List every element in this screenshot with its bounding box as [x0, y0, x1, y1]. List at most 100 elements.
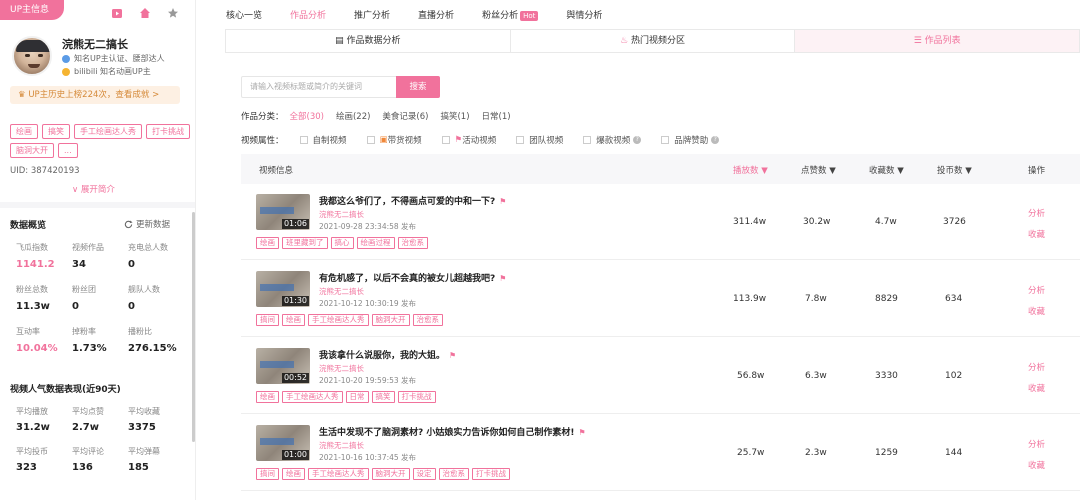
- video-tag[interactable]: 搞间: [256, 468, 279, 480]
- top-nav: 核心一览 作品分析 推广分析 直播分析 粉丝分析 Hot 舆情分析: [218, 6, 630, 26]
- video-tag[interactable]: 绘画: [282, 468, 305, 480]
- more-tags[interactable]: ...: [58, 143, 78, 158]
- up-tag[interactable]: 手工绘画达人秀: [74, 124, 142, 139]
- attr-option[interactable]: 品牌赞助?: [661, 134, 720, 146]
- attr-option[interactable]: ⚑ 活动视频: [441, 134, 496, 146]
- video-author[interactable]: 浣熊无二搞长: [319, 209, 364, 220]
- analyze-link[interactable]: 分析: [1028, 207, 1045, 219]
- tab-works-data[interactable]: ▤ 作品数据分析: [226, 30, 511, 52]
- cat-option[interactable]: 日常(1): [482, 110, 511, 122]
- favorite-link[interactable]: 收藏: [1028, 382, 1045, 394]
- video-title[interactable]: 有危机感了，以后不会真的被女儿超越我吧? ⚑: [319, 271, 506, 284]
- video-thumbnail[interactable]: 01:06: [256, 194, 310, 230]
- attr-option[interactable]: 团队视频: [516, 134, 563, 146]
- nav-live[interactable]: 直播分析: [418, 6, 454, 26]
- video-tags: 搞间 绘画 手工绘画达人秀 脑洞大开 治愈系: [256, 314, 443, 326]
- video-author[interactable]: 浣熊无二搞长: [319, 286, 364, 297]
- video-tag[interactable]: 日常: [345, 391, 369, 403]
- cat-option[interactable]: 全部(30): [290, 110, 324, 122]
- cat-option[interactable]: 美食记录(6): [382, 110, 428, 122]
- video-tag[interactable]: 搞间: [256, 314, 279, 326]
- up-tag[interactable]: 打卡挑战: [146, 124, 190, 139]
- checkbox[interactable]: [441, 136, 450, 144]
- video-icon[interactable]: [110, 6, 124, 20]
- checkbox[interactable]: [366, 136, 375, 144]
- attr-option[interactable]: 自制视频: [299, 134, 347, 146]
- video-tag[interactable]: 设定: [412, 468, 436, 480]
- video-author[interactable]: 浣熊无二搞长: [319, 440, 364, 451]
- video-tag[interactable]: 手工绘画达人秀: [308, 468, 369, 480]
- cat-option[interactable]: 搞笑(1): [440, 110, 469, 122]
- help-icon[interactable]: ?: [711, 136, 720, 144]
- up-tag[interactable]: 绘画: [10, 124, 38, 139]
- nav-core[interactable]: 核心一览: [226, 6, 262, 26]
- search-input[interactable]: 请输入视频标题或简介的关键词: [241, 76, 397, 98]
- favorite-link[interactable]: 收藏: [1028, 459, 1045, 471]
- search-button[interactable]: 搜索: [396, 76, 440, 98]
- sub-tabs: ▤ 作品数据分析 ♨ 热门视频分区 ☰ 作品列表: [225, 29, 1080, 53]
- col-coin-sort[interactable]: 投币数 ▼: [937, 164, 972, 176]
- col-fav-sort[interactable]: 收藏数 ▼: [869, 164, 904, 176]
- video-thumbnail[interactable]: 01:00: [256, 425, 310, 461]
- video-tag[interactable]: 治愈系: [397, 237, 428, 249]
- refresh-button[interactable]: 更新数据: [124, 218, 170, 230]
- video-tag[interactable]: 搞心: [330, 237, 354, 249]
- help-icon[interactable]: ?: [633, 136, 642, 144]
- analyze-link[interactable]: 分析: [1028, 438, 1045, 450]
- analyze-link[interactable]: 分析: [1028, 361, 1045, 373]
- video-tag[interactable]: 打卡挑战: [472, 468, 510, 480]
- up-tag[interactable]: 脑洞大开: [10, 143, 54, 158]
- video-tag[interactable]: 绘画过程: [356, 237, 395, 249]
- video-tag[interactable]: 手工绘画达人秀: [282, 391, 343, 403]
- play-count: 311.4w: [733, 217, 767, 227]
- favorite-link[interactable]: 收藏: [1028, 228, 1045, 240]
- video-thumbnail[interactable]: 00:52: [256, 348, 310, 384]
- checkbox[interactable]: [299, 136, 308, 144]
- video-title[interactable]: 我该拿什么说服你，我的大姐。 ⚑: [319, 348, 456, 361]
- video-tag[interactable]: 治愈系: [412, 314, 443, 326]
- video-title[interactable]: 生活中发现不了脑洞素材? 小姑娘实力告诉你如何自己制作素材! ⚑: [319, 425, 586, 438]
- play-count: 113.9w: [733, 294, 767, 304]
- attr-option[interactable]: ▣ 带货视频: [366, 134, 422, 146]
- video-author[interactable]: 浣熊无二搞长: [319, 363, 364, 374]
- sidebar-scrollbar[interactable]: [192, 212, 195, 442]
- main-content: 核心一览 作品分析 推广分析 直播分析 粉丝分析 Hot 舆情分析 ▤ 作品数据分…: [218, 0, 1080, 500]
- expand-intro-link[interactable]: ∨ 展开简介: [72, 183, 115, 195]
- video-thumbnail[interactable]: 01:30: [256, 271, 310, 307]
- star-icon[interactable]: [166, 6, 180, 20]
- video-tag[interactable]: 绘画: [256, 237, 279, 249]
- attr-option[interactable]: 爆款视频?: [583, 134, 642, 146]
- video-tag[interactable]: 绘画: [282, 314, 305, 326]
- video-tag[interactable]: 班里藏到了: [282, 237, 328, 249]
- video-tag[interactable]: 绘画: [256, 391, 279, 403]
- video-title[interactable]: 我都这么爷们了，不得画点可爱的中和一下? ⚑: [319, 194, 506, 207]
- table-row: 01:00 生活中发现不了脑洞素材? 小姑娘实力告诉你如何自己制作素材! ⚑ 浣熊…: [241, 415, 1080, 491]
- favorite-link[interactable]: 收藏: [1028, 305, 1045, 317]
- up-name: 浣熊无二搞长: [62, 38, 128, 51]
- nav-sentiment[interactable]: 舆情分析: [566, 6, 602, 26]
- tab-hot-category[interactable]: ♨ 热门视频分区: [511, 30, 796, 52]
- tab-works-list[interactable]: ☰ 作品列表: [795, 30, 1080, 52]
- analyze-link[interactable]: 分析: [1028, 284, 1045, 296]
- cat-option[interactable]: 绘画(22): [336, 110, 370, 122]
- nav-works[interactable]: 作品分析: [290, 6, 326, 26]
- video-tag[interactable]: 手工绘画达人秀: [308, 314, 369, 326]
- checkbox[interactable]: [661, 136, 670, 144]
- stat-value: 10.04%: [16, 343, 58, 354]
- up-tag[interactable]: 搞笑: [42, 124, 70, 139]
- nav-promo[interactable]: 推广分析: [354, 6, 390, 26]
- checkbox[interactable]: [583, 136, 592, 144]
- rank-banner[interactable]: ♛ UP主历史上榜224次，查看成就 >: [10, 86, 180, 104]
- video-tag[interactable]: 打卡挑战: [397, 391, 436, 403]
- data-overview-title: 数据概览: [10, 221, 47, 231]
- col-play-sort[interactable]: 播放数 ▼: [733, 164, 768, 176]
- video-tag[interactable]: 脑洞大开: [371, 468, 410, 480]
- nav-fans[interactable]: 粉丝分析 Hot: [482, 6, 539, 26]
- video-tag[interactable]: 脑洞大开: [371, 314, 410, 326]
- home-icon[interactable]: [138, 6, 152, 20]
- video-tag[interactable]: 搞笑: [371, 391, 395, 403]
- col-like-sort[interactable]: 点赞数 ▼: [801, 164, 836, 176]
- video-tag[interactable]: 治愈系: [438, 468, 469, 480]
- perf-value: 323: [16, 462, 37, 473]
- checkbox[interactable]: [516, 136, 525, 144]
